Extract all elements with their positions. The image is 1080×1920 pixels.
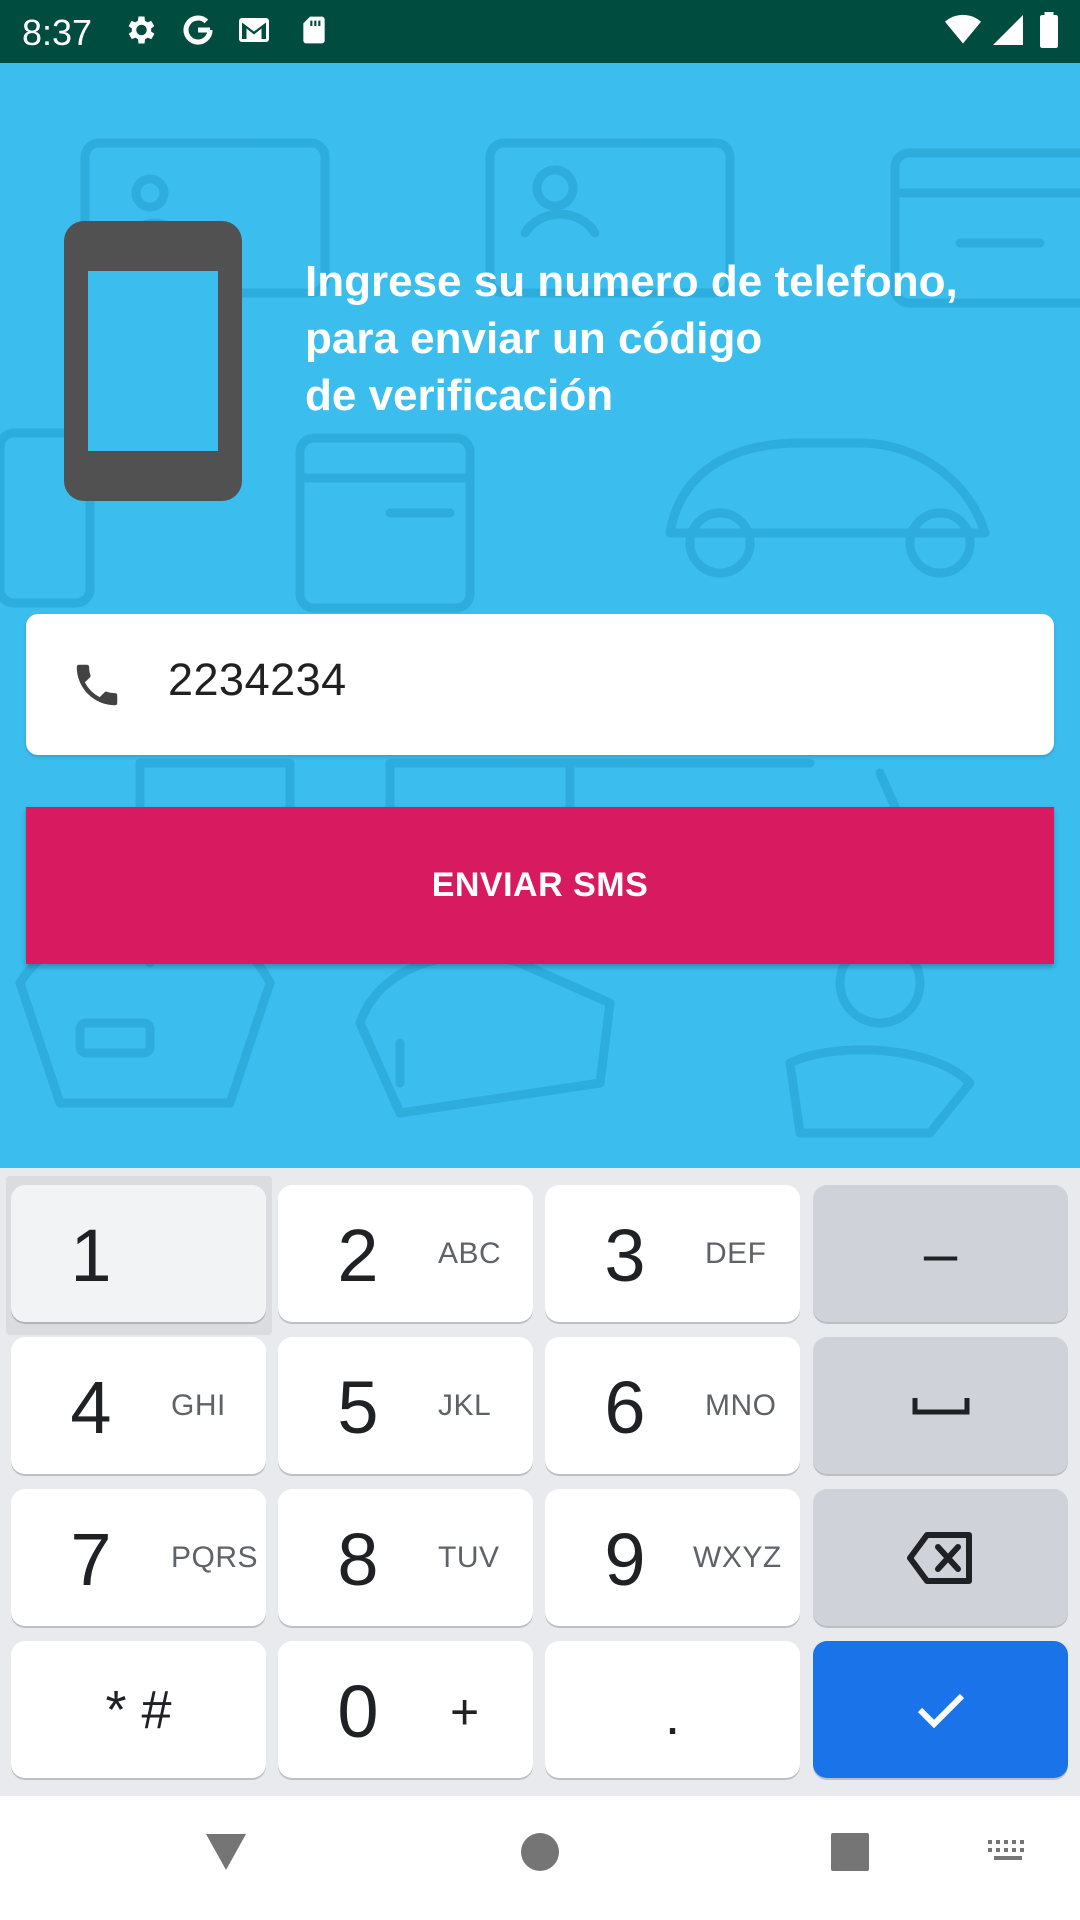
- key-1[interactable]: 1: [11, 1185, 266, 1322]
- key-minus-label: –: [923, 1220, 958, 1287]
- key-6[interactable]: 6 MNO: [545, 1337, 800, 1474]
- key-8-letters: TUV: [438, 1541, 500, 1574]
- keyboard-switch-icon[interactable]: [986, 1838, 1030, 1868]
- key-2-letters: ABC: [438, 1237, 502, 1270]
- key-1-digit: 1: [70, 1214, 112, 1297]
- settings-icon: [128, 16, 155, 44]
- recents-icon[interactable]: [830, 1832, 870, 1872]
- key-5-letters: JKL: [438, 1389, 492, 1422]
- key-0-plus: +: [450, 1684, 480, 1740]
- navigation-bar: [0, 1796, 1080, 1920]
- phone-number-value: 2234234: [168, 654, 347, 705]
- space-icon: [813, 1337, 1068, 1474]
- phone-number-input[interactable]: 2234234: [26, 614, 1054, 755]
- sd-card-icon: [303, 16, 325, 44]
- key-7-letters: PQRS: [171, 1541, 259, 1574]
- key-9[interactable]: 9 WXYZ: [545, 1489, 800, 1626]
- phone-icon: [76, 664, 118, 706]
- key-7[interactable]: 7 PQRS: [11, 1489, 266, 1626]
- key-3[interactable]: 3 DEF: [545, 1185, 800, 1322]
- phone-illustration: [64, 221, 242, 501]
- key-2[interactable]: 2 ABC: [278, 1185, 533, 1322]
- gmail-icon: [239, 18, 269, 42]
- key-4[interactable]: 4 GHI: [11, 1337, 266, 1474]
- wifi-icon: [945, 14, 981, 44]
- signal-icon: [993, 15, 1023, 45]
- status-bar: 8:37: [0, 0, 1080, 63]
- key-8-digit: 8: [337, 1518, 379, 1601]
- backspace-icon: [813, 1489, 1068, 1626]
- instructions-line-1: Ingrese su numero de telefono,: [305, 257, 958, 306]
- key-6-digit: 6: [604, 1366, 646, 1449]
- key-5[interactable]: 5 JKL: [278, 1337, 533, 1474]
- instructions-text: Ingrese su numero de telefono, para envi…: [305, 253, 1045, 424]
- battery-icon: [1040, 12, 1058, 48]
- key-period-label: .: [664, 1683, 681, 1746]
- key-5-digit: 5: [337, 1366, 379, 1449]
- key-6-letters: MNO: [705, 1389, 777, 1422]
- home-icon[interactable]: [520, 1832, 560, 1872]
- key-4-digit: 4: [70, 1366, 112, 1449]
- back-icon[interactable]: [204, 1832, 248, 1872]
- send-sms-button[interactable]: ENVIAR SMS: [26, 807, 1054, 964]
- google-icon: [183, 15, 213, 45]
- key-minus[interactable]: –: [813, 1185, 1068, 1322]
- key-9-digit: 9: [604, 1518, 646, 1601]
- key-0-digit: 0: [337, 1670, 379, 1753]
- main-content: Ingrese su numero de telefono, para envi…: [0, 63, 1080, 1168]
- instructions-line-2: para enviar un código: [305, 314, 763, 363]
- key-space[interactable]: [813, 1337, 1068, 1474]
- instructions-line-3: de verificación: [305, 371, 614, 420]
- key-3-letters: DEF: [705, 1237, 767, 1270]
- key-9-letters: WXYZ: [693, 1541, 782, 1574]
- key-backspace[interactable]: [813, 1489, 1068, 1626]
- key-2-digit: 2: [337, 1214, 379, 1297]
- checkmark-icon: [813, 1641, 1068, 1778]
- key-0[interactable]: 0 +: [278, 1641, 533, 1778]
- key-enter[interactable]: [813, 1641, 1068, 1778]
- status-time: 8:37: [22, 12, 93, 53]
- key-8[interactable]: 8 TUV: [278, 1489, 533, 1626]
- key-period[interactable]: .: [545, 1641, 800, 1778]
- key-star-hash[interactable]: * #: [11, 1641, 266, 1778]
- key-star-hash-label: * #: [105, 1679, 172, 1740]
- key-7-digit: 7: [70, 1518, 112, 1601]
- key-4-letters: GHI: [171, 1389, 226, 1422]
- key-3-digit: 3: [604, 1214, 646, 1297]
